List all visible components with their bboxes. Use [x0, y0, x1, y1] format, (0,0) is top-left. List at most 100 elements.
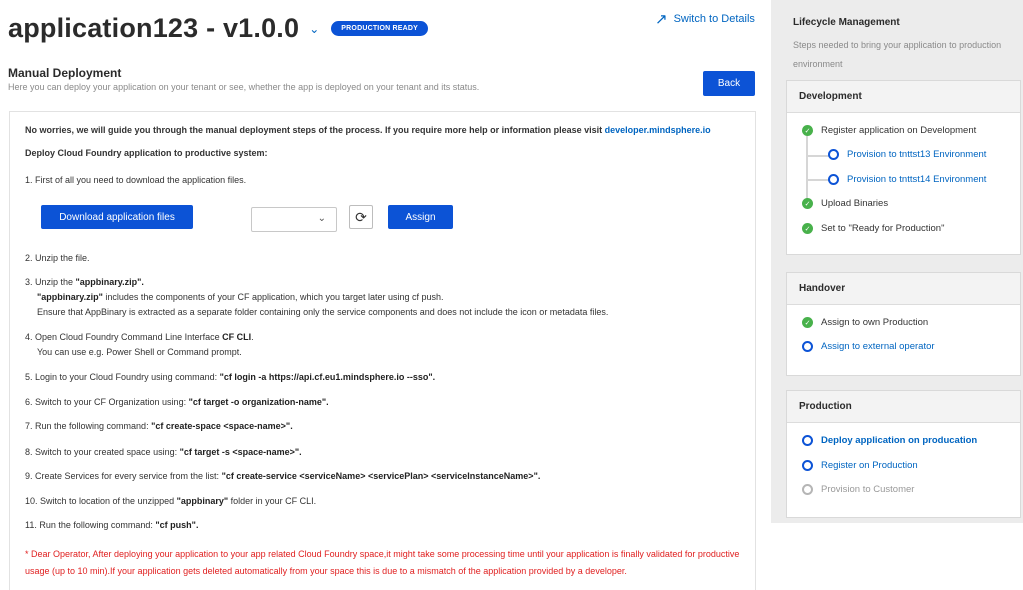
development-panel-title: Development	[787, 81, 1020, 113]
intro-text: No worries, we will guide you through th…	[25, 125, 711, 135]
refresh-icon: ⟳	[355, 208, 367, 225]
circle-outline-icon	[802, 484, 813, 495]
step-6-command: "cf target -o organization-name".	[188, 397, 329, 407]
step-3-line-3: Ensure that AppBinary is extracted as a …	[37, 307, 609, 317]
check-circle-icon: ✓	[802, 125, 813, 136]
step-11-command: "cf push".	[155, 520, 199, 530]
step-label: Provision to Customer	[821, 484, 915, 495]
developer-portal-link[interactable]: developer.mindsphere.io	[605, 125, 711, 135]
download-files-button[interactable]: Download application files	[41, 205, 193, 229]
app-header: application123 - v1.0.0 ⌄ PRODUCTION REA…	[8, 10, 758, 46]
version-chevron-down-icon[interactable]: ⌄	[309, 22, 319, 36]
step-3-line-2: "appbinary.zip" includes the components …	[37, 290, 444, 304]
status-badge: PRODUCTION READY	[331, 20, 429, 36]
section-title: Manual Deployment	[8, 66, 122, 80]
switch-to-details-link[interactable]: ↗ Switch to Details	[655, 10, 755, 28]
check-circle-icon: ✓	[802, 223, 813, 234]
step-3-text: 3. Unzip the	[25, 277, 76, 287]
step-5-text: 5. Login to your Cloud Foundry using com…	[25, 372, 220, 382]
step-upload-binaries: ✓ Upload Binaries	[802, 198, 888, 209]
deploy-heading: Deploy Cloud Foundry application to prod…	[25, 148, 268, 158]
step-10-folder: "appbinary"	[176, 496, 229, 506]
tree-connector	[806, 136, 808, 206]
step-7-command: "cf create-space <space-name>".	[151, 421, 293, 431]
back-button[interactable]: Back	[703, 71, 755, 96]
step-4-cli: CF CLI	[222, 332, 252, 342]
step-label: Assign to own Production	[821, 317, 929, 328]
step-2: 2. Unzip the file.	[25, 253, 90, 263]
production-panel: Production Deploy application on produca…	[786, 390, 1021, 518]
step-provision-tnttst13[interactable]: Provision to tnttst13 Environment	[828, 149, 986, 160]
step-label: Assign to external operator	[821, 341, 935, 352]
handover-panel: Handover ✓ Assign to own Production Assi…	[786, 272, 1021, 376]
environment-select[interactable]: ⌄	[251, 207, 337, 232]
step-3-line-1: 3. Unzip the "appbinary.zip".	[25, 275, 144, 289]
step-5-command: "cf login -a https://api.cf.eu1.mindsphe…	[219, 372, 436, 382]
circle-outline-icon	[802, 460, 813, 471]
step-ready-for-production: ✓ Set to "Ready for Production"	[802, 223, 944, 234]
check-circle-icon: ✓	[802, 317, 813, 328]
app-title: application123 - v1.0.0	[8, 12, 300, 43]
step-7-text: 7. Run the following command:	[25, 421, 152, 431]
assign-button[interactable]: Assign	[388, 205, 453, 229]
step-label: Register on Production	[821, 460, 918, 471]
step-9-text: 9. Create Services for every service fro…	[25, 471, 222, 481]
step-label: Register application on Development	[821, 125, 977, 136]
step-9: 9. Create Services for every service fro…	[25, 469, 540, 483]
step-register-development: ✓ Register application on Development	[802, 125, 976, 136]
step-4-text: 4. Open Cloud Foundry Command Line Inter…	[25, 332, 223, 342]
step-5: 5. Login to your Cloud Foundry using com…	[25, 370, 435, 384]
step-11-text: 11. Run the following command:	[25, 520, 156, 530]
step-register-production[interactable]: Register on Production	[802, 460, 918, 471]
refresh-button[interactable]: ⟳	[349, 205, 373, 229]
section-subtitle: Here you can deploy your application on …	[8, 82, 480, 92]
step-assign-own-production: ✓ Assign to own Production	[802, 317, 928, 328]
arrow-up-right-icon: ↗	[655, 11, 668, 28]
step-1: 1. First of all you need to download the…	[25, 175, 247, 185]
step-provision-tnttst14[interactable]: Provision to tnttst14 Environment	[828, 174, 986, 185]
step-deploy-production[interactable]: Deploy application on producation	[802, 435, 977, 446]
lifecycle-sidebar: Lifecycle Management Steps needed to bri…	[771, 0, 1023, 523]
step-assign-external-operator[interactable]: Assign to external operator	[802, 341, 935, 352]
step-3-file: "appbinary.zip".	[75, 277, 144, 287]
step-10-text: 10. Switch to location of the unzipped	[25, 496, 177, 506]
step-3-desc: includes the components of your CF appli…	[102, 292, 444, 302]
switch-to-details-label: Switch to Details	[673, 13, 755, 25]
step-7: 7. Run the following command: "cf create…	[25, 419, 293, 433]
step-label: Deploy application on producation	[821, 435, 978, 446]
step-6: 6. Switch to your CF Organization using:…	[25, 395, 329, 409]
production-panel-title: Production	[787, 391, 1020, 423]
handover-panel-title: Handover	[787, 273, 1020, 305]
step-10: 10. Switch to location of the unzipped "…	[25, 494, 316, 508]
step-label: Provision to tnttst14 Environment	[847, 174, 987, 185]
step-9-command: "cf create-service <serviceName> <servic…	[221, 471, 541, 481]
step-4-line-1: 4. Open Cloud Foundry Command Line Inter…	[25, 330, 254, 344]
step-10-end: folder in your CF CLI.	[228, 496, 317, 506]
chevron-down-icon: ⌄	[317, 213, 326, 224]
circle-outline-icon	[802, 435, 813, 446]
development-panel: Development ✓ Register application on De…	[786, 80, 1021, 255]
step-8-text: 8. Switch to your created space using:	[25, 447, 180, 457]
step-3-file-ref: "appbinary.zip"	[37, 292, 103, 302]
tree-connector	[806, 179, 830, 181]
step-label: Set to "Ready for Production"	[821, 223, 945, 234]
step-4-line-2: You can use e.g. Power Shell or Command …	[37, 347, 242, 357]
step-label: Upload Binaries	[821, 198, 889, 209]
sidebar-subtitle: Steps needed to bring your application t…	[793, 40, 1002, 69]
tree-connector	[806, 155, 830, 157]
step-6-text: 6. Switch to your CF Organization using:	[25, 397, 189, 407]
deployment-card: No worries, we will guide you through th…	[9, 111, 756, 590]
circle-outline-icon	[828, 174, 839, 185]
step-4-end: .	[251, 332, 254, 342]
circle-outline-icon	[802, 341, 813, 352]
circle-outline-icon	[828, 149, 839, 160]
check-circle-icon: ✓	[802, 198, 813, 209]
step-provision-customer: Provision to Customer	[802, 484, 914, 495]
step-8: 8. Switch to your created space using: "…	[25, 445, 302, 459]
page: application123 - v1.0.0 ⌄ PRODUCTION REA…	[0, 0, 1023, 590]
step-label: Provision to tnttst13 Environment	[847, 149, 987, 160]
step-11: 11. Run the following command: "cf push"…	[25, 518, 198, 532]
intro-text-body: No worries, we will guide you through th…	[25, 125, 603, 135]
operator-warning-note: * Dear Operator, After deploying your ap…	[25, 549, 740, 576]
sidebar-title: Lifecycle Management	[793, 17, 900, 28]
